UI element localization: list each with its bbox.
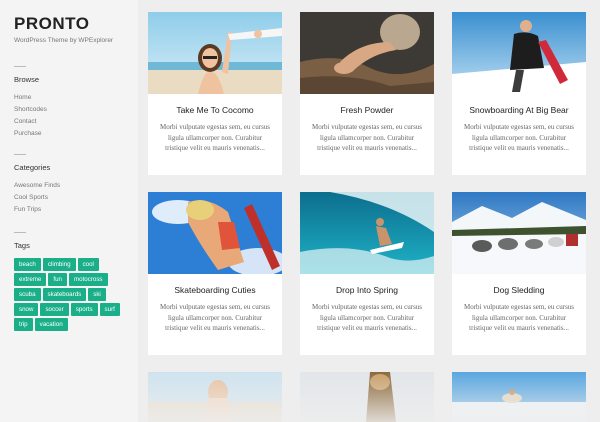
nav-purchase-link[interactable]: Purchase [14,128,138,140]
tag-extreme[interactable]: extreme [14,273,47,286]
tag-soccer[interactable]: soccer [40,303,69,316]
post-card[interactable]: Fresh Powder Morbi vulputate egestas sem… [300,12,434,175]
categories-menu: Awesome Finds Cool Sports Fun Trips [14,180,138,216]
post-title[interactable]: Skateboarding Cuties [148,285,282,295]
tag-vacation[interactable]: vacation [34,318,68,331]
post-thumbnail-skateboard[interactable] [148,192,282,274]
tag-motocross[interactable]: motocross [68,273,108,286]
tag-skateboards[interactable]: skateboards [42,288,87,301]
post-title[interactable]: Snowboarding At Big Bear [452,105,586,115]
site-logo[interactable]: PRONTO [14,15,138,33]
post-thumbnail-surf[interactable] [300,192,434,274]
post-card[interactable]: Take Me To Cocomo Morbi vulputate egesta… [148,12,282,175]
post-excerpt: Morbi vulputate egestas sem, eu cursus l… [159,123,271,152]
tag-climbing[interactable]: climbing [42,258,76,271]
tags-heading: Tags [14,241,30,250]
post-thumbnail-dog-sled[interactable] [452,192,586,274]
tag-scuba[interactable]: scuba [14,288,41,301]
post-title[interactable]: Dog Sledding [452,285,586,295]
site-tagline: WordPress Theme by WPExplorer [14,37,114,44]
post-card[interactable]: Drop Into Spring Morbi vulputate egestas… [300,192,434,355]
tag-sports[interactable]: sports [70,303,98,316]
post-thumbnail-snowboard[interactable] [452,12,586,94]
browse-menu: Home Shortcodes Contact Purchase [14,92,138,140]
post-card[interactable] [148,372,282,422]
post-card[interactable] [452,372,586,422]
category-awesome-finds-link[interactable]: Awesome Finds [14,180,138,192]
divider [14,66,26,67]
nav-home-link[interactable]: Home [14,92,138,104]
tag-ski[interactable]: ski [88,288,106,301]
post-card[interactable]: Snowboarding At Big Bear Morbi vulputate… [452,12,586,175]
post-title[interactable]: Drop Into Spring [300,285,434,295]
post-excerpt: Morbi vulputate egestas sem, eu cursus l… [311,123,423,152]
post-excerpt: Morbi vulputate egestas sem, eu cursus l… [463,123,575,152]
category-cool-sports-link[interactable]: Cool Sports [14,192,138,204]
post-title[interactable]: Fresh Powder [300,105,434,115]
tag-cool[interactable]: cool [77,258,99,271]
divider [14,232,26,233]
categories-heading: Categories [14,163,51,172]
divider [14,154,26,155]
tag-cloud: beach climbing cool extreme fun motocros… [14,258,126,331]
tag-fun[interactable]: fun [48,273,67,286]
nav-contact-link[interactable]: Contact [14,116,138,128]
post-thumbnail-partial[interactable] [148,372,282,422]
tag-trip[interactable]: trip [14,318,33,331]
post-card[interactable]: Skateboarding Cuties Morbi vulputate ege… [148,192,282,355]
post-thumbnail-climbing[interactable] [300,12,434,94]
post-excerpt: Morbi vulputate egestas sem, eu cursus l… [311,303,423,332]
post-excerpt: Morbi vulputate egestas sem, eu cursus l… [159,303,271,332]
post-thumbnail-partial[interactable] [300,372,434,422]
post-thumbnail-partial[interactable] [452,372,586,422]
post-title[interactable]: Take Me To Cocomo [148,105,282,115]
nav-shortcodes-link[interactable]: Shortcodes [14,104,138,116]
browse-heading: Browse [14,75,40,84]
post-excerpt: Morbi vulputate egestas sem, eu cursus l… [463,303,575,332]
post-card[interactable] [300,372,434,422]
post-card[interactable]: Dog Sledding Morbi vulputate egestas sem… [452,192,586,355]
tag-surf[interactable]: surf [99,303,120,316]
category-fun-trips-link[interactable]: Fun Trips [14,204,138,216]
sidebar: PRONTO WordPress Theme by WPExplorer Bro… [0,0,138,422]
tag-beach[interactable]: beach [14,258,41,271]
tag-snow[interactable]: snow [14,303,39,316]
post-thumbnail-beach[interactable] [148,12,282,94]
